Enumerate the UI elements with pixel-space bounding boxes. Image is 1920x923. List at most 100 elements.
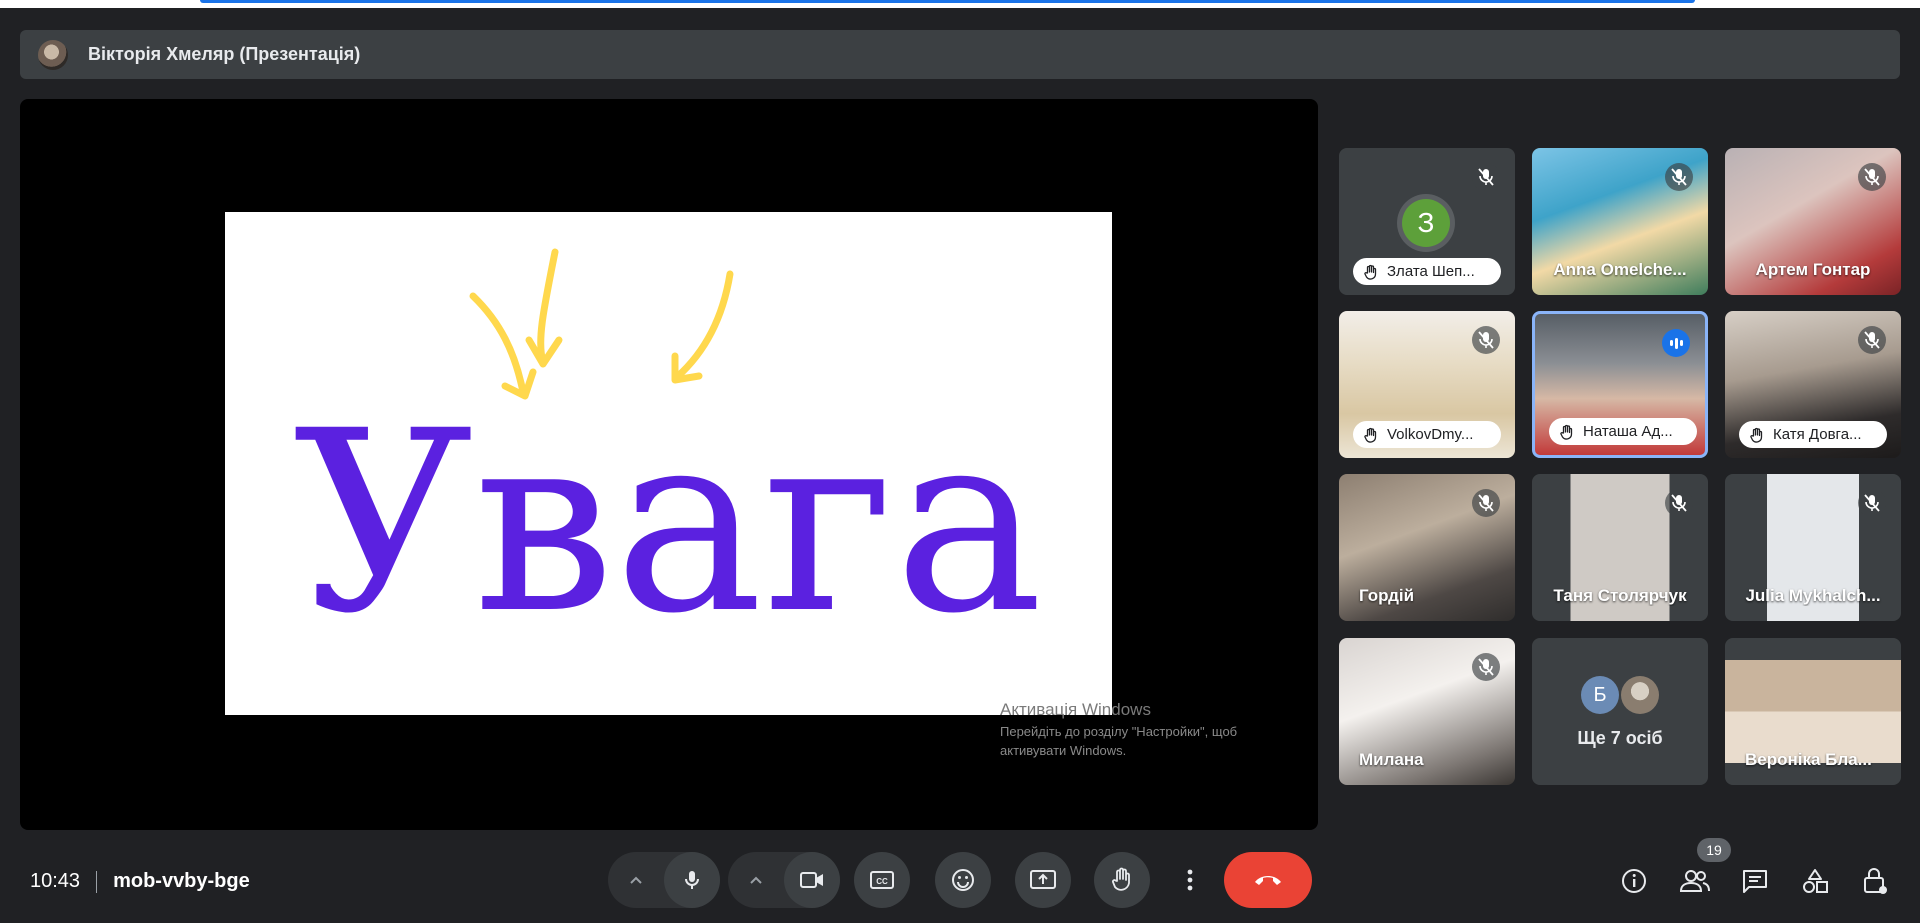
participant-name: Милана [1359, 750, 1424, 769]
participant-tile[interactable]: Anna Omelche... [1532, 148, 1708, 295]
participant-name: Злата Шеп... [1387, 263, 1475, 280]
raised-hand-icon [1750, 427, 1763, 443]
more-avatars: Б [1532, 676, 1708, 714]
activities-icon [1803, 869, 1828, 893]
participant-name-pill: Злата Шеп... [1353, 258, 1501, 285]
participant-name: Вероніка Бла... [1745, 750, 1872, 769]
mic-off-icon [1671, 494, 1687, 512]
meeting-info-button[interactable] [1613, 860, 1655, 902]
microphone-icon [685, 871, 699, 889]
raised-hand-icon [1560, 424, 1573, 440]
present-screen-icon [1030, 870, 1056, 889]
participant-name: Наташа Ад... [1583, 423, 1673, 440]
more-options-button[interactable] [1170, 852, 1210, 908]
people-count-badge: 19 [1697, 838, 1731, 862]
mic-off-icon [1665, 489, 1693, 517]
mic-off-icon [1864, 168, 1880, 186]
loading-line [200, 0, 1695, 3]
more-participants-tile[interactable]: Б Ще 7 осіб [1532, 638, 1708, 785]
browser-top-edge [0, 0, 1920, 8]
participant-tile[interactable]: Артем Гонтар [1725, 148, 1901, 295]
bottom-toolbar: 10:43 mob-vvby-bge CC [0, 840, 1920, 923]
mic-off-icon [1478, 168, 1494, 186]
speaking-indicator-icon [1662, 329, 1690, 357]
mic-off-icon [1472, 163, 1500, 191]
divider [96, 870, 98, 893]
avatar-initial: З [1402, 199, 1450, 247]
camera-button[interactable] [784, 852, 840, 908]
presentation-stage[interactable]: Увага Активація Windows Перейдіть до роз… [20, 99, 1318, 830]
participants-grid: З Злата Шеп... Anna Omelche... Артем Гонтар… [1339, 148, 1901, 785]
videocam-icon [800, 872, 823, 888]
presenter-avatar [38, 39, 68, 70]
participant-name: Julia Mykhalch... [1745, 586, 1881, 605]
mic-off-icon [1864, 494, 1880, 512]
windows-activation-watermark: Активація Windows Перейдіть до розділу "… [1000, 700, 1237, 760]
participant-name: VolkovDmy... [1387, 426, 1474, 443]
participant-name: Гордій [1359, 586, 1415, 605]
meeting-time: 10:43 [30, 870, 81, 892]
mic-off-icon [1671, 168, 1687, 186]
participant-tile[interactable]: Наташа Ад... [1532, 311, 1708, 458]
participant-tile[interactable]: З Злата Шеп... [1339, 148, 1515, 295]
participant-tile[interactable]: Катя Довга... [1725, 311, 1901, 458]
mic-off-icon [1478, 658, 1494, 676]
emoji-button[interactable] [935, 852, 991, 908]
watermark-line2: активувати Windows. [1000, 743, 1127, 758]
mic-off-icon [1864, 331, 1880, 349]
presenter-bar: Вікторія Хмеляр (Презентація) [20, 30, 1900, 79]
more-participants-label: Ще 7 осіб [1577, 728, 1663, 748]
info-icon [1622, 869, 1646, 893]
attention-arrows-icon [469, 248, 734, 400]
mic-off-icon [1858, 163, 1886, 191]
participant-name-pill: VolkovDmy... [1353, 421, 1501, 448]
slide-graphic: Увага [293, 248, 1044, 668]
meeting-details: 10:43 mob-vvby-bge [30, 870, 250, 893]
closed-caption-icon: CC [870, 871, 894, 889]
participant-name: Anna Omelche... [1553, 260, 1687, 279]
leave-call-button[interactable] [1224, 852, 1312, 908]
participant-tile[interactable]: Таня Столярчук [1532, 474, 1708, 621]
svg-text:CC: CC [876, 877, 888, 886]
host-controls-button[interactable] [1854, 860, 1896, 902]
raise-hand-button[interactable] [1094, 852, 1150, 908]
participant-name-pill: Наташа Ад... [1549, 418, 1697, 445]
raise-hand-icon [1112, 867, 1130, 891]
participant-tile[interactable]: Вероніка Бла... [1725, 638, 1901, 785]
mic-off-icon [1472, 326, 1500, 354]
chevron-up-icon[interactable] [728, 852, 784, 908]
participant-tile[interactable]: Милана [1339, 638, 1515, 785]
call-end-icon [1255, 876, 1281, 885]
participant-name-pill: Катя Довга... [1739, 421, 1887, 448]
mic-control [608, 852, 720, 908]
watermark-line1: Перейдіть до розділу "Настройки", щоб [1000, 724, 1238, 739]
mic-off-icon [1858, 326, 1886, 354]
participant-tile[interactable]: VolkovDmy... [1339, 311, 1515, 458]
participant-name: Таня Столярчук [1553, 586, 1687, 605]
avatar-photo [1621, 676, 1659, 714]
participant-tile[interactable]: Гордій [1339, 474, 1515, 621]
people-button[interactable] [1674, 860, 1716, 902]
chevron-up-icon[interactable] [608, 852, 664, 908]
emoji-icon [952, 869, 974, 891]
avatar-initial: Б [1581, 676, 1619, 714]
mic-off-icon [1478, 331, 1494, 349]
more-vert-icon [1187, 869, 1193, 891]
mic-off-icon [1472, 489, 1500, 517]
captions-button[interactable]: CC [854, 852, 910, 908]
present-button[interactable] [1015, 852, 1071, 908]
raised-hand-icon [1364, 264, 1377, 280]
meeting-code: mob-vvby-bge [113, 870, 250, 892]
chat-icon [1743, 870, 1767, 893]
presenter-name: Вікторія Хмеляр (Презентація) [88, 44, 361, 64]
participant-avatar: З [1397, 194, 1455, 252]
participant-name: Катя Довга... [1773, 426, 1862, 443]
slide-word: Увага [293, 377, 1044, 668]
microphone-button[interactable] [664, 852, 720, 908]
participant-tile[interactable]: Julia Mykhalch... [1725, 474, 1901, 621]
presentation-slide: Увага [225, 212, 1112, 715]
activities-button[interactable] [1794, 860, 1836, 902]
participant-name: Артем Гонтар [1755, 260, 1871, 279]
chat-button[interactable] [1734, 860, 1776, 902]
people-icon [1679, 870, 1710, 892]
